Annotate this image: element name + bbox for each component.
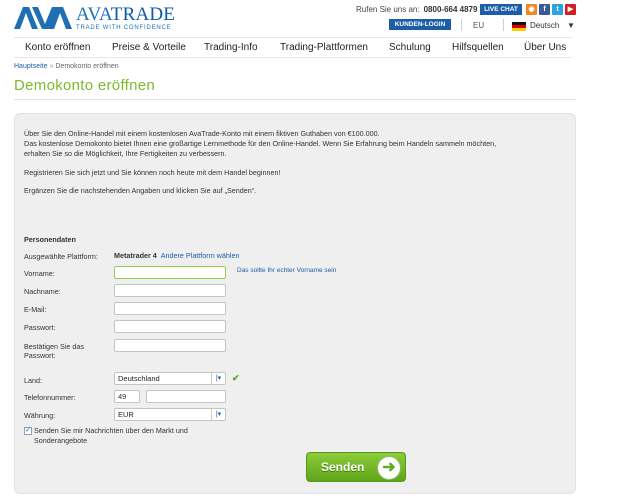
selected-platform: Metatrader 4 Andere Plattform wählen — [114, 251, 239, 260]
nav-item-about-us[interactable]: Über Uns — [524, 42, 566, 53]
ava-logo-mark-icon — [14, 7, 72, 29]
nav-item-resources[interactable]: Hilfsquellen — [452, 42, 504, 53]
chevron-down-icon[interactable]: |▾ — [211, 373, 225, 384]
send-button[interactable]: Senden ➜ — [306, 452, 406, 482]
email-label: E-Mail: — [24, 305, 47, 314]
password-label: Passwort: — [24, 323, 56, 332]
intro-text: Über Sie den Online-Handel mit einem kos… — [24, 129, 564, 159]
newsletter-checkbox[interactable]: ✓ — [24, 427, 32, 435]
country-value: Deutschland — [118, 374, 160, 383]
intro-line-3: erhalten Sie so die Möglichkeit, Ihre Fe… — [24, 149, 227, 158]
platform-label: Ausgewählte Plattform: — [24, 252, 98, 261]
email-input[interactable] — [114, 302, 226, 315]
language-selector[interactable]: Deutsch — [530, 21, 559, 30]
send-button-label: Senden — [321, 460, 365, 474]
facebook-icon[interactable]: f — [539, 4, 550, 15]
chevron-down-icon[interactable]: |▾ — [211, 409, 225, 420]
live-chat-button[interactable]: LIVE CHAT — [480, 4, 522, 15]
firstname-label: Vorname: — [24, 269, 55, 278]
newsletter-label: Senden Sie mir Nachrichten über den Mark… — [34, 426, 188, 445]
logo-tagline: TRADE WITH CONFIDENCE — [76, 25, 172, 31]
call-us-label: Rufen Sie uns an: — [356, 5, 420, 14]
main-nav: Konto eröffnen Preise & Vorteile Trading… — [14, 37, 572, 58]
title-divider — [14, 99, 576, 100]
call-us-text: Rufen Sie uns an: 0800-664 4879 — [356, 5, 477, 14]
logo-wordmark: AVATRADE — [76, 4, 176, 25]
confirm-password-label: Bestätigen Sie das Passwort: — [24, 342, 84, 360]
phone-number: 0800-664 4879 — [423, 5, 478, 14]
phone-input[interactable] — [146, 390, 226, 403]
top-bar: AVATRADE TRADE WITH CONFIDENCE Rufen Sie… — [0, 0, 620, 36]
intro-line-1: Über Sie den Online-Handel mit einem kos… — [24, 129, 380, 138]
firstname-hint: Das sollte Ihr echter Vorname sein — [237, 267, 337, 274]
section-title-personal-data: Personendaten — [24, 235, 76, 244]
breadcrumb-separator: » — [49, 63, 54, 70]
currency-label: Währung: — [24, 411, 56, 420]
rss-icon[interactable]: ◉ — [526, 4, 537, 15]
country-label: Land: — [24, 376, 42, 385]
nav-item-trading-info[interactable]: Trading-Info — [204, 42, 258, 53]
currency-value: EUR — [118, 410, 134, 419]
nav-item-open-account[interactable]: Konto eröffnen — [25, 42, 90, 53]
instruction-text: Ergänzen Sie die nachstehenden Angaben u… — [24, 186, 257, 195]
divider — [503, 19, 504, 31]
social-icons: ◉ f t ▶ — [526, 4, 576, 15]
change-platform-link[interactable]: Andere Plattform wählen — [161, 251, 240, 260]
nav-item-prices[interactable]: Preise & Vorteile — [112, 42, 186, 53]
firstname-input[interactable] — [114, 266, 226, 279]
breadcrumb-home-link[interactable]: Hauptseite — [14, 63, 47, 70]
nav-item-trading-platforms[interactable]: Trading-Plattformen — [280, 42, 368, 53]
check-icon: ✔ — [232, 373, 240, 383]
breadcrumb: Hauptseite» Demokonto eröffnen — [14, 63, 119, 70]
register-text: Registrieren Sie sich jetzt und Sie könn… — [24, 168, 281, 177]
lastname-input[interactable] — [114, 284, 226, 297]
platform-value: Metatrader 4 — [114, 251, 157, 260]
customer-login-button[interactable]: KUNDEN-LOGIN — [389, 19, 451, 30]
youtube-icon[interactable]: ▶ — [565, 4, 576, 15]
lastname-label: Nachname: — [24, 287, 61, 296]
twitter-icon[interactable]: t — [552, 4, 563, 15]
phone-label: Telefonnummer: — [24, 393, 76, 402]
caret-down-icon[interactable]: ▼ — [567, 21, 575, 30]
country-select[interactable]: Deutschland |▾ — [114, 372, 226, 385]
german-flag-icon — [512, 22, 526, 31]
nav-item-education[interactable]: Schulung — [389, 42, 431, 53]
divider — [461, 19, 462, 31]
confirm-password-input[interactable] — [114, 339, 226, 352]
breadcrumb-current: Demokonto eröffnen — [55, 63, 119, 70]
currency-select[interactable]: EUR |▾ — [114, 408, 226, 421]
password-input[interactable] — [114, 320, 226, 333]
arrow-right-icon: ➜ — [377, 456, 401, 480]
region-selector[interactable]: EU — [473, 21, 484, 30]
page-title: Demokonto eröffnen — [14, 77, 156, 94]
avatrade-logo[interactable]: AVATRADE TRADE WITH CONFIDENCE — [14, 4, 175, 32]
phone-prefix-input[interactable]: 49 — [114, 390, 140, 403]
intro-line-2: Das kostenlose Demokonto bietet Ihnen ei… — [24, 139, 497, 148]
